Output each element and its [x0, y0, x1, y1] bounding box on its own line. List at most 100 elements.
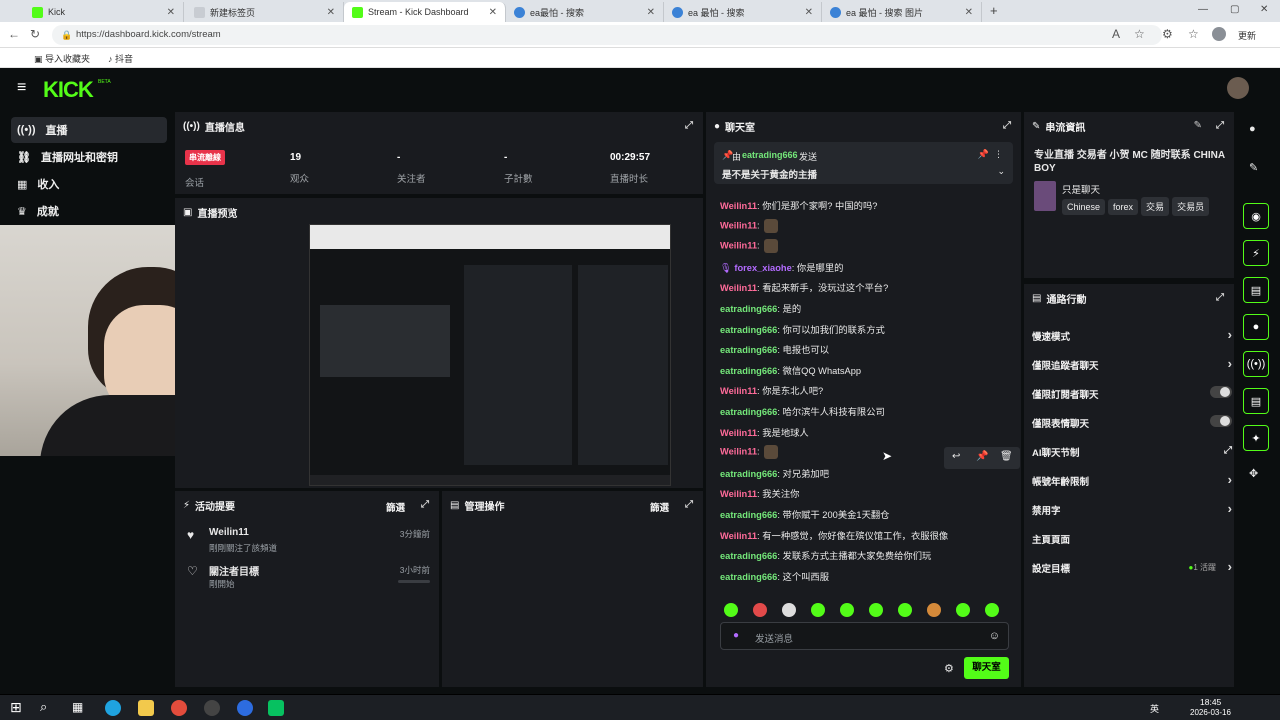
chat-message[interactable]: Weilin11: 你们是那个家啊? 中国的吗?	[720, 198, 877, 212]
pin-message-icon[interactable]: 📌	[976, 451, 988, 462]
info-icon[interactable]: ●	[1249, 123, 1256, 135]
toggle-switch[interactable]	[1210, 415, 1232, 427]
close-tab-icon[interactable]: ✕	[167, 7, 175, 18]
preview-video[interactable]	[309, 224, 671, 486]
favorites-icon[interactable]: ☆	[1188, 27, 1199, 41]
wechat-icon[interactable]	[268, 700, 284, 716]
browser-tab-6[interactable]: ea 最怕 - 搜索 图片 ✕	[822, 2, 982, 22]
close-tab-icon[interactable]: ✕	[489, 7, 497, 18]
more-icon[interactable]: ⋮	[994, 149, 1003, 160]
edge-icon[interactable]	[105, 700, 121, 716]
chat-message[interactable]: Weilin11:	[720, 239, 779, 254]
chat-message[interactable]: Weilin11: 我关注你	[720, 486, 799, 500]
action-emote-only[interactable]: 僅限表情聊天	[1032, 415, 1232, 430]
chrome-icon[interactable]	[171, 700, 187, 716]
chat-message[interactable]: Weilin11:	[720, 218, 779, 233]
url-field[interactable]: 🔒 https://dashboard.kick.com/stream	[52, 25, 1162, 45]
chat-username[interactable]: eatrading666	[720, 407, 777, 417]
chat-username[interactable]: eatrading666	[720, 325, 777, 335]
chat-message[interactable]: Weilin11: 我是地球人	[720, 425, 809, 439]
tag[interactable]: 交易员	[1172, 197, 1210, 216]
action-home-page[interactable]: 主頁頁面	[1032, 532, 1232, 546]
bookmark-import[interactable]: ▣ 导入收藏夹	[34, 52, 90, 65]
layout-icon[interactable]: ✥	[1249, 467, 1258, 480]
tag[interactable]: 交易	[1141, 197, 1170, 216]
chat-username[interactable]: Weilin11	[720, 489, 757, 499]
chat-message[interactable]: eatrading666: 微信QQ WhatsApp	[720, 363, 861, 377]
chat-input[interactable]: ● 发送消息 ☺	[720, 622, 1009, 650]
nav-item-live[interactable]: ((•)) 直播	[11, 117, 167, 143]
clock-time[interactable]: 18:45	[1200, 697, 1221, 707]
action-account-age[interactable]: 帳號年齡限制 ›	[1032, 472, 1232, 488]
read-aloud-icon[interactable]: A	[1112, 27, 1120, 41]
rail-camera-button[interactable]: ◉	[1243, 203, 1269, 229]
chat-message[interactable]: eatrading666: 这个叫西服	[720, 569, 829, 583]
chat-username[interactable]: eatrading666	[720, 510, 777, 520]
file-explorer-icon[interactable]	[138, 700, 154, 716]
emote-icon[interactable]	[869, 603, 883, 617]
action-set-goal[interactable]: 設定目標 ●1 活躍 ›	[1032, 559, 1232, 575]
chat-username[interactable]: Weilin11	[720, 241, 757, 251]
rail-mod-button[interactable]: ▤	[1243, 388, 1269, 414]
action-subscribers-only[interactable]: 僅限訂閱者聊天	[1032, 386, 1232, 401]
chat-username[interactable]: Weilin11	[720, 201, 757, 211]
action-followers-only[interactable]: 僅限追蹤者聊天 ›	[1032, 356, 1232, 372]
close-tab-icon[interactable]: ✕	[805, 7, 813, 18]
edit-layout-icon[interactable]: ✎	[1249, 161, 1258, 174]
chat-username[interactable]: eatrading666	[720, 304, 777, 314]
chat-message[interactable]: 🎙 forex_xiaohe: 你是哪里的	[720, 260, 843, 274]
chat-username[interactable]: eatrading666	[720, 469, 777, 479]
chat-username[interactable]: eatrading666	[720, 572, 777, 582]
browser-tab-3[interactable]: Stream - Kick Dashboard ✕	[344, 2, 506, 22]
input-language[interactable]: 英	[1150, 702, 1159, 715]
chat-message[interactable]: eatrading666: 哈尔滨牛人科技有限公司	[720, 404, 885, 418]
chat-username[interactable]: Weilin11	[720, 428, 757, 438]
action-ai-moderation[interactable]: AI聊天节制 ⤢	[1032, 445, 1232, 459]
chat-message[interactable]: Weilin11: 看起来新手，没玩过这个平台?	[720, 280, 888, 294]
filter-button[interactable]: 篩選	[650, 500, 669, 514]
expand-icon[interactable]: ⤢	[685, 499, 693, 510]
emote-icon[interactable]	[956, 603, 970, 617]
expand-icon[interactable]: ⤢	[1003, 120, 1011, 131]
rail-tools-button[interactable]: ✦	[1243, 425, 1269, 451]
expand-icon[interactable]: ⤢	[421, 499, 429, 510]
action-slow-mode[interactable]: 慢速模式 ›	[1032, 327, 1232, 343]
emote-bar[interactable]	[724, 603, 1014, 619]
toggle-switch[interactable]	[1210, 386, 1232, 398]
chat-message[interactable]: eatrading666: 你可以加我们的联系方式	[720, 322, 885, 336]
emote-icon[interactable]	[753, 603, 767, 617]
browser-tab-5[interactable]: ea 最怕 - 搜索 ✕	[664, 2, 822, 22]
chat-message[interactable]: eatrading666: 发联系方式主播都大家免费给你们玩	[720, 548, 931, 562]
rail-broadcast-button[interactable]: ((•))	[1243, 351, 1269, 377]
chat-username[interactable]: eatrading666	[720, 551, 777, 561]
chat-message[interactable]: Weilin11: 有一种感觉，你好像在殡仪馆工作，衣服很像	[720, 528, 948, 542]
emote-icon[interactable]	[840, 603, 854, 617]
chat-username[interactable]: forex_xiaohe	[734, 263, 791, 273]
kick-logo[interactable]: KICK	[43, 77, 94, 103]
browser-tab-1[interactable]: Kick ✕	[24, 2, 184, 22]
chat-username[interactable]: Weilin11	[720, 531, 757, 541]
chat-username[interactable]: eatrading666	[720, 345, 777, 355]
chat-username[interactable]: eatrading666	[720, 366, 777, 376]
close-tab-icon[interactable]: ✕	[965, 7, 973, 18]
chat-message[interactable]: eatrading666: 电报也可以	[720, 342, 829, 356]
mic-icon[interactable]: ●	[733, 630, 739, 641]
emote-icon[interactable]	[811, 603, 825, 617]
clock-date[interactable]: 2026-03-16	[1190, 708, 1231, 717]
favorite-star-icon[interactable]: ☆	[1134, 27, 1145, 41]
emoji-icon[interactable]: ☺	[989, 630, 1000, 642]
chat-username[interactable]: Weilin11	[720, 283, 757, 293]
tag[interactable]: forex	[1108, 199, 1139, 215]
chat-message[interactable]: Weilin11:	[720, 445, 779, 460]
emote-icon[interactable]	[782, 603, 796, 617]
delete-icon[interactable]: 🗑	[1000, 451, 1013, 462]
user-avatar[interactable]	[1227, 77, 1249, 99]
expand-icon[interactable]: ⤢	[1216, 120, 1224, 131]
emote-icon[interactable]	[927, 603, 941, 617]
nav-item-achievements[interactable]: ♛ 成就	[11, 198, 167, 224]
emote-icon[interactable]	[985, 603, 999, 617]
maximize-icon[interactable]: ▢	[1230, 4, 1239, 15]
profile-avatar[interactable]	[1212, 27, 1226, 41]
search-icon[interactable]: ⌕	[40, 699, 47, 715]
back-icon[interactable]: ←	[8, 27, 20, 41]
